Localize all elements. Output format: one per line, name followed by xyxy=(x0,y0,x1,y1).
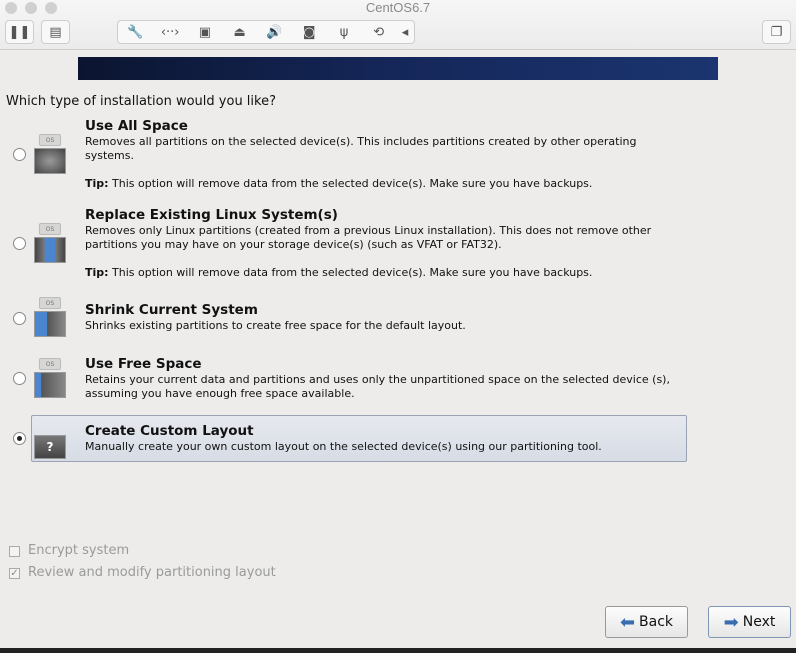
os-free-space-icon: OS xyxy=(34,358,66,398)
encrypt-system-label: Encrypt system xyxy=(28,543,130,558)
camera-icon[interactable]: ◙ xyxy=(292,25,327,40)
os-shrink-icon: OS xyxy=(34,297,66,337)
network-icon[interactable]: ‹··› xyxy=(153,25,188,40)
review-layout-checkbox[interactable]: ✓ xyxy=(9,568,20,579)
os-disk-icon: OS xyxy=(34,134,66,174)
pause-icon: ❚❚ xyxy=(8,24,31,40)
option-title: Use Free Space xyxy=(85,356,202,372)
installation-question: Which type of installation would you lik… xyxy=(6,94,276,109)
option-title: Shrink Current System xyxy=(85,302,258,318)
arrow-left-icon: ⬅ xyxy=(619,611,636,633)
option-desc: Removes all partitions on the selected d… xyxy=(85,135,637,162)
next-label: Next xyxy=(742,614,776,630)
window-restore-icon: ❐ xyxy=(770,24,783,40)
option-desc: Removes only Linux partitions (created f… xyxy=(85,224,652,251)
next-button[interactable]: ➡ Next xyxy=(708,606,791,638)
snapshot-button[interactable]: ▤ xyxy=(41,20,70,44)
option-desc: Manually create your own custom layout o… xyxy=(85,440,602,453)
snapshot-icon: ▤ xyxy=(49,24,62,40)
window-title: CentOS6.7 xyxy=(365,0,431,15)
radio-replace-linux[interactable] xyxy=(13,237,26,250)
back-label: Back xyxy=(639,614,674,630)
usb-icon[interactable]: ψ xyxy=(327,25,362,40)
centos-banner xyxy=(78,57,718,80)
option-desc: Shrinks existing partitions to create fr… xyxy=(85,319,466,332)
option-desc: Retains your current data and partitions… xyxy=(85,373,670,400)
arrow-right-icon: ➡ xyxy=(723,611,739,633)
chevron-left-icon[interactable]: ◂ xyxy=(396,25,414,40)
option-title: Use All Space xyxy=(85,118,188,134)
device-toolbar: 🔧 ‹··› ▣ ⏏ 🔊 ◙ ψ ⟲ ◂ xyxy=(117,20,415,44)
encrypt-system-checkbox[interactable] xyxy=(9,546,20,557)
host-taskbar-strip xyxy=(0,648,796,653)
os-replace-icon: OS xyxy=(34,223,66,263)
disk-icon[interactable]: ▣ xyxy=(188,25,223,40)
window-restore-button[interactable]: ❐ xyxy=(762,20,791,44)
radio-use-all-space[interactable] xyxy=(13,148,26,161)
radio-create-custom[interactable] xyxy=(13,432,26,445)
radio-use-free-space[interactable] xyxy=(13,372,26,385)
window-titlebar: CentOS6.7 ❚❚ ▤ 🔧 ‹··› ▣ ⏏ 🔊 ◙ ψ ⟲ ◂ ❐ xyxy=(0,0,796,50)
sync-icon[interactable]: ⟲ xyxy=(361,25,396,40)
optical-drive-icon[interactable]: ⏏ xyxy=(222,25,257,40)
option-title: Replace Existing Linux System(s) xyxy=(85,207,338,223)
option-title: Create Custom Layout xyxy=(85,423,254,439)
review-layout-label: Review and modify partitioning layout xyxy=(28,565,276,580)
custom-layout-icon: ? xyxy=(34,431,66,459)
wrench-icon[interactable]: 🔧 xyxy=(118,25,153,40)
option-tip: Tip: This option will remove data from t… xyxy=(85,266,593,279)
pause-button[interactable]: ❚❚ xyxy=(5,20,34,44)
sound-icon[interactable]: 🔊 xyxy=(257,25,292,40)
radio-shrink-current[interactable] xyxy=(13,312,26,325)
back-button[interactable]: ⬅ Back xyxy=(605,606,688,638)
option-tip: Tip: This option will remove data from t… xyxy=(85,177,593,190)
